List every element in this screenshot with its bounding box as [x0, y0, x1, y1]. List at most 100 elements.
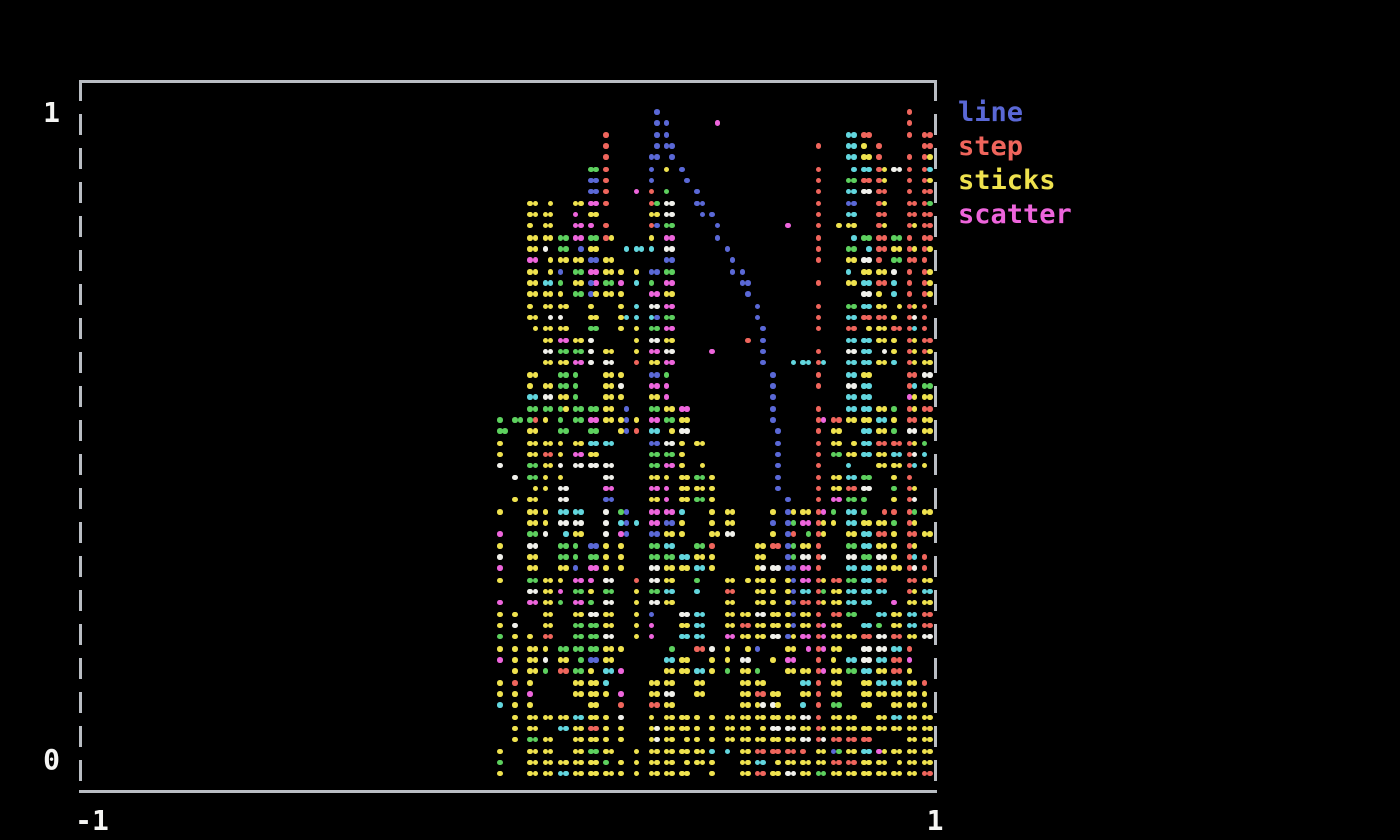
- plot-dot: [527, 565, 533, 571]
- plot-dot: [866, 760, 872, 766]
- plot-dot: [882, 428, 888, 434]
- plot-dot: [866, 269, 872, 275]
- plot-dot: [558, 280, 564, 286]
- plot-dot: [760, 578, 766, 584]
- plot-dot: [563, 497, 569, 503]
- plot-dot: [831, 509, 837, 515]
- plot-dot: [876, 715, 882, 721]
- plot-dot: [533, 291, 539, 297]
- plot-dot: [791, 589, 797, 595]
- plot-dot: [588, 223, 594, 229]
- plot-dot: [684, 668, 690, 674]
- plot-dot: [866, 315, 872, 321]
- plot-dot: [618, 326, 624, 332]
- plot-dot: [634, 623, 640, 629]
- plot-dot: [709, 497, 715, 503]
- plot-dot: [603, 189, 609, 195]
- plot-dot: [618, 668, 624, 674]
- plot-dot: [876, 657, 882, 663]
- plot-dot: [694, 623, 700, 629]
- plot-dot: [806, 612, 812, 618]
- plot-dot: [730, 726, 736, 732]
- plot-dot: [806, 543, 812, 549]
- plot-dot: [533, 269, 539, 275]
- plot-dot: [866, 749, 872, 755]
- plot-dot: [760, 543, 766, 549]
- plot-dot: [684, 715, 690, 721]
- plot-dot: [497, 417, 503, 423]
- plot-dot: [603, 600, 609, 606]
- plot-dot: [654, 132, 660, 138]
- plot-dot: [654, 372, 660, 378]
- plot-dot: [669, 315, 675, 321]
- plot-dot: [548, 291, 554, 297]
- plot-dot: [497, 441, 503, 447]
- plot-dot: [649, 235, 655, 241]
- plot-dot: [609, 486, 615, 492]
- plot-dot: [512, 646, 518, 652]
- plot-canvas: [0, 0, 1400, 840]
- plot-dot: [891, 486, 897, 492]
- plot-dot: [882, 189, 888, 195]
- plot-dot: [922, 463, 928, 469]
- plot-dot: [654, 394, 660, 400]
- plot-dot: [669, 417, 675, 423]
- plot-dot: [669, 771, 675, 777]
- plot-dot: [700, 554, 706, 560]
- plot-dot: [912, 326, 918, 332]
- plot-dot: [669, 428, 675, 434]
- plot-dot: [770, 520, 776, 526]
- plot-dot: [527, 291, 533, 297]
- plot-dot: [548, 612, 554, 618]
- plot-dot: [497, 771, 503, 777]
- plot-dot: [588, 600, 594, 606]
- plot-dot: [882, 749, 888, 755]
- plot-dot: [609, 349, 615, 355]
- plot-dot: [816, 349, 822, 355]
- plot-dot: [669, 520, 675, 526]
- plot-dot: [543, 417, 549, 423]
- plot-dot: [609, 383, 615, 389]
- plot-dot: [497, 760, 503, 766]
- plot-dot: [770, 578, 776, 584]
- plot-dot: [897, 246, 903, 252]
- plot-dot: [927, 235, 933, 241]
- plot-dot: [866, 531, 872, 537]
- plot-dot: [866, 154, 872, 160]
- plot-dot: [593, 280, 599, 286]
- plot-dot: [770, 657, 776, 663]
- plot-dot: [821, 771, 827, 777]
- plot-dot: [533, 463, 539, 469]
- plot-dot: [770, 589, 776, 595]
- plot-dot: [497, 554, 503, 560]
- plot-dot: [927, 737, 933, 743]
- plot-dot: [603, 623, 609, 629]
- plot-dot: [775, 452, 781, 458]
- plot-dot: [912, 417, 918, 423]
- plot-dot: [603, 691, 609, 697]
- plot-dot: [669, 280, 675, 286]
- plot-dot: [876, 726, 882, 732]
- plot-dot: [791, 623, 797, 629]
- plot-dot: [527, 223, 533, 229]
- plot-dot: [497, 509, 503, 515]
- plot-dot: [882, 167, 888, 173]
- plot-dot: [791, 578, 797, 584]
- plot-dot: [851, 497, 857, 503]
- plot-dot: [927, 143, 933, 149]
- plot-dot: [527, 406, 533, 412]
- plot-dot: [876, 406, 882, 412]
- plot-dot: [709, 771, 715, 777]
- plot-dot: [836, 634, 842, 640]
- plot-dot: [876, 315, 882, 321]
- plot-dot: [669, 600, 675, 606]
- plot-dot: [543, 646, 549, 652]
- plot-dot: [618, 304, 624, 310]
- plot-dot: [785, 737, 791, 743]
- plot-dot: [527, 531, 533, 537]
- plot-dot: [533, 760, 539, 766]
- plot-dot: [558, 315, 564, 321]
- plot-dot: [578, 531, 584, 537]
- plot-dot: [912, 428, 918, 434]
- plot-dot: [891, 428, 897, 434]
